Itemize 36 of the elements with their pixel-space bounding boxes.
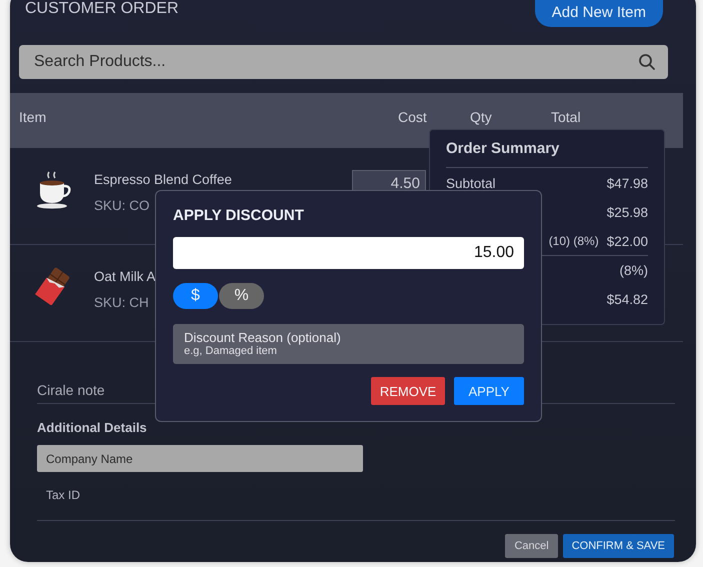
- search-field[interactable]: Search Products...: [19, 45, 668, 79]
- chocolate-bar-icon: [35, 267, 71, 305]
- column-header: Total: [551, 109, 581, 125]
- text-field[interactable]: Company Name: [37, 445, 363, 472]
- summary-note: (10) (8%): [548, 234, 599, 248]
- column-header: Item: [19, 109, 46, 125]
- summary-value: $47.98: [606, 176, 648, 190]
- summary-label: Subtotal: [446, 176, 496, 190]
- mode-toggle[interactable]: $: [173, 282, 218, 309]
- product-sku: SKU: CO: [94, 198, 150, 213]
- amount-field[interactable]: 15.00: [173, 237, 524, 269]
- mode-toggle[interactable]: %: [219, 282, 264, 309]
- summary-title: Order Summary: [446, 140, 648, 168]
- field-label: Discount Reason (optional): [184, 330, 342, 345]
- cancel-button[interactable]: Cancel: [505, 534, 558, 558]
- apply-button[interactable]: APPLY: [454, 377, 524, 405]
- text-field[interactable]: Tax ID: [37, 484, 363, 506]
- product-name: Espresso Blend Coffee: [94, 172, 232, 187]
- summary-value: $54.82: [606, 292, 648, 306]
- column-header: Qty: [470, 109, 492, 125]
- confirm-button[interactable]: CONFIRM & SAVE: [562, 534, 674, 558]
- search-icon[interactable]: [638, 53, 656, 71]
- page-title: CUSTOMER ORDER: [25, 0, 178, 18]
- coffee-cup-icon: [35, 170, 73, 210]
- reason-field[interactable]: Discount Reason (optional) e.g, Damaged item: [173, 324, 524, 364]
- column-header: Cost: [398, 109, 427, 125]
- add-item-button[interactable]: Add New Item: [534, 0, 663, 27]
- summary-value: $25.98: [606, 204, 648, 220]
- product-sku: SKU: CH: [94, 295, 149, 310]
- product-name: Oat Milk A: [94, 269, 156, 284]
- section-title: Additional Details: [37, 420, 147, 435]
- remove-button[interactable]: REMOVE: [371, 377, 445, 405]
- summary-value: (8%): [619, 262, 648, 278]
- summary-value: $22.00: [606, 234, 648, 248]
- dialog-title: APPLY DISCOUNT: [173, 207, 304, 224]
- reason-input[interactable]: e.g, Damaged item: [184, 344, 513, 357]
